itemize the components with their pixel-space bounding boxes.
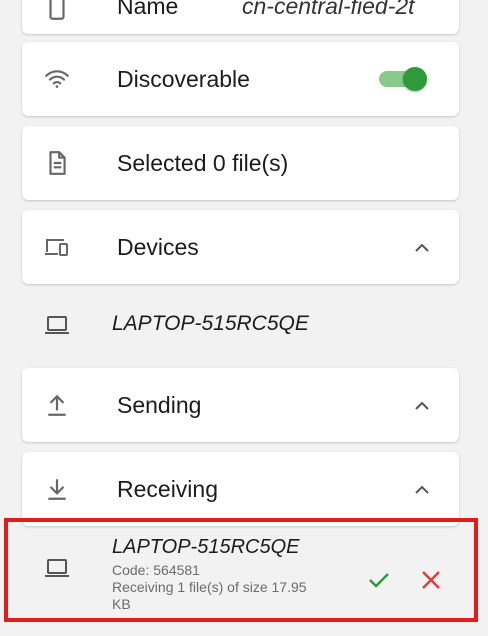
highlight-box bbox=[4, 518, 478, 622]
chevron-up-icon[interactable] bbox=[413, 241, 431, 253]
file-icon bbox=[44, 150, 70, 176]
upload-icon bbox=[44, 392, 70, 418]
selected-files-label: Selected 0 file(s) bbox=[117, 150, 289, 176]
device-item[interactable]: LAPTOP-515RC5QE bbox=[22, 290, 459, 362]
sending-section-header[interactable]: Sending bbox=[22, 368, 459, 442]
chevron-up-icon[interactable] bbox=[413, 483, 431, 495]
selected-files-card[interactable]: Selected 0 file(s) bbox=[22, 126, 459, 200]
discoverable-toggle[interactable] bbox=[377, 67, 427, 91]
sending-label: Sending bbox=[117, 392, 202, 418]
phone-icon bbox=[44, 0, 70, 22]
receiving-section-header[interactable]: Receiving bbox=[22, 452, 459, 526]
discoverable-card[interactable]: Discoverable bbox=[22, 42, 459, 116]
devices-label: Devices bbox=[117, 234, 199, 260]
chevron-up-icon[interactable] bbox=[413, 399, 431, 411]
wifi-icon bbox=[44, 66, 70, 92]
download-icon bbox=[44, 476, 70, 502]
name-card[interactable]: Name cn-central-fied-2t bbox=[22, 0, 459, 34]
toggle-knob bbox=[403, 67, 427, 91]
receiving-label: Receiving bbox=[117, 476, 218, 502]
laptop-icon bbox=[44, 312, 70, 338]
name-label: Name bbox=[117, 0, 179, 19]
discoverable-label: Discoverable bbox=[117, 66, 250, 92]
devices-icon bbox=[44, 234, 70, 260]
devices-section-header[interactable]: Devices bbox=[22, 210, 459, 284]
name-value: cn-central-fied-2t bbox=[242, 0, 415, 19]
device-name: LAPTOP-515RC5QE bbox=[112, 312, 309, 335]
